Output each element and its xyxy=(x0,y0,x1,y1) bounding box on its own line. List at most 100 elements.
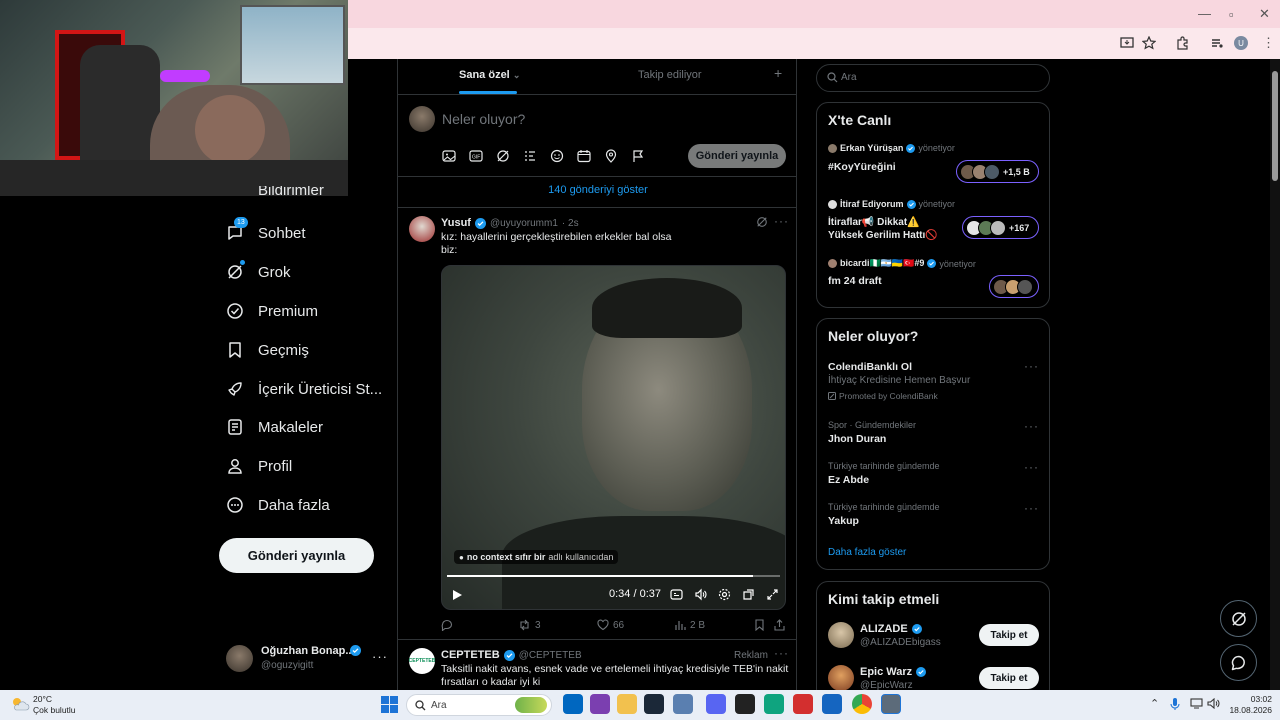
video-player[interactable]: ● no context sıfır bir adlı kullanıcıdan… xyxy=(441,265,786,610)
weather-icon[interactable] xyxy=(10,696,30,712)
tab-for-you[interactable]: Sana özel ⌄ xyxy=(459,69,520,81)
extensions-icon[interactable] xyxy=(1175,36,1191,52)
share-icon[interactable] xyxy=(774,619,785,631)
steam-icon[interactable] xyxy=(644,694,664,714)
tweet-author[interactable]: Yusuf xyxy=(441,217,471,229)
grok-explain-icon[interactable] xyxy=(756,216,768,228)
network-icon[interactable] xyxy=(1190,698,1203,709)
avatar[interactable] xyxy=(828,622,854,648)
scrollbar[interactable] xyxy=(1270,59,1280,690)
live-host[interactable]: Erkan Yürüşan yönetiyor xyxy=(828,143,955,153)
pip-icon[interactable] xyxy=(742,588,755,601)
views-button[interactable]: 2 B xyxy=(674,619,705,631)
trend-name[interactable]: Jhon Duran xyxy=(828,433,886,445)
nav-item-grok[interactable]: Grok xyxy=(226,258,291,286)
media-icon[interactable] xyxy=(1210,36,1226,52)
more-icon[interactable]: ··· xyxy=(372,649,388,664)
emoji-icon[interactable] xyxy=(550,149,564,163)
who-name[interactable]: ALIZADE xyxy=(860,623,908,635)
settings-icon[interactable] xyxy=(718,588,731,601)
edge-icon[interactable] xyxy=(764,694,784,714)
minimize-icon[interactable]: — xyxy=(1198,6,1211,21)
follow-button[interactable]: Takip et xyxy=(979,624,1039,646)
menu-icon[interactable]: ⋮ xyxy=(1262,35,1275,51)
volume-icon[interactable] xyxy=(694,588,707,601)
grok-compose-icon[interactable] xyxy=(496,149,510,163)
retweet-button[interactable]: 3 xyxy=(518,619,541,631)
live-listeners[interactable] xyxy=(989,275,1039,298)
live-host[interactable]: bicardi🇳🇬🇦🇷🇺🇦🇹🇷#9 yönetiyor xyxy=(828,258,976,269)
show-new-posts[interactable]: 140 gönderiyi göster xyxy=(398,184,796,196)
weather-widget[interactable]: 20°C Çok bulutlu xyxy=(33,694,76,716)
trend-name[interactable]: Yakup xyxy=(828,515,859,527)
app-icon[interactable] xyxy=(673,694,693,714)
bookmark-icon[interactable] xyxy=(754,619,765,631)
tab-following[interactable]: Takip ediliyor xyxy=(638,69,702,81)
add-tab-icon[interactable]: + xyxy=(774,65,782,81)
file-explorer-icon[interactable] xyxy=(617,694,637,714)
more-icon[interactable]: ··· xyxy=(774,646,789,660)
more-icon[interactable]: ··· xyxy=(1024,419,1039,433)
fullscreen-icon[interactable] xyxy=(766,588,779,601)
app-icon[interactable] xyxy=(793,694,813,714)
trend-name[interactable]: Ez Abde xyxy=(828,474,869,486)
nav-item-premium[interactable]: Premium xyxy=(226,297,318,325)
tray-chevron-icon[interactable]: ⌃ xyxy=(1150,697,1159,710)
like-button[interactable]: 66 xyxy=(597,619,624,631)
chrome-icon[interactable] xyxy=(852,694,872,714)
more-icon[interactable]: ··· xyxy=(774,214,789,228)
discord-icon[interactable] xyxy=(706,694,726,714)
task-view-icon[interactable] xyxy=(563,694,583,714)
more-icon[interactable]: ··· xyxy=(1024,460,1039,474)
close-icon[interactable]: ✕ xyxy=(1259,6,1270,22)
more-icon[interactable]: ··· xyxy=(1024,359,1039,373)
more-icon[interactable]: ··· xyxy=(1024,501,1039,515)
app-icon[interactable] xyxy=(822,694,842,714)
nav-partial-item[interactable]: Bildirimler xyxy=(258,186,324,196)
tweet-handle[interactable]: @CEPTETEB xyxy=(519,650,582,661)
avatar[interactable] xyxy=(828,665,854,691)
nav-item-profil[interactable]: Profil xyxy=(226,452,292,480)
avatar[interactable]: CEPTETEB xyxy=(409,648,435,674)
tweet-author[interactable]: CEPTETEB xyxy=(441,649,500,661)
star-icon[interactable] xyxy=(1142,36,1158,52)
play-icon[interactable] xyxy=(452,589,463,601)
taskbar-search-input[interactable]: Ara xyxy=(431,700,447,711)
reply-icon[interactable] xyxy=(441,619,453,631)
nav-item-gecmis[interactable]: Geçmiş xyxy=(226,336,309,364)
avatar[interactable] xyxy=(409,216,435,242)
profile-avatar[interactable]: U xyxy=(1234,36,1248,50)
tweet-handle[interactable]: @uyuyorumm1 xyxy=(490,218,558,229)
poll-icon[interactable] xyxy=(523,149,537,163)
location-icon[interactable] xyxy=(604,149,618,163)
live-title-item[interactable]: #KoyYüreğini xyxy=(828,161,896,173)
account-switcher[interactable]: Oğuzhan Bonap... @oguzyigitt ··· xyxy=(226,645,391,675)
volume-icon[interactable] xyxy=(1207,698,1220,709)
show-more-link[interactable]: Daha fazla göster xyxy=(828,547,906,558)
compose-post-button[interactable]: Gönderi yayınla xyxy=(688,144,786,168)
nav-item-daha-fazla[interactable]: Daha fazla xyxy=(226,491,330,519)
gif-icon[interactable]: GIF xyxy=(469,149,483,163)
who-name[interactable]: Epic Warz xyxy=(860,666,912,678)
microphone-icon[interactable] xyxy=(1170,697,1180,711)
messages-float-button[interactable] xyxy=(1220,644,1257,681)
flag-icon[interactable] xyxy=(631,149,645,163)
app-icon[interactable] xyxy=(590,694,610,714)
clock[interactable]: 03:02 18.08.2026 xyxy=(1228,694,1272,716)
trend-name[interactable]: ColendiBanklı Ol xyxy=(828,361,912,373)
scrollbar-thumb[interactable] xyxy=(1272,71,1278,181)
post-button[interactable]: Gönderi yayınla xyxy=(219,538,374,573)
schedule-icon[interactable] xyxy=(577,149,591,163)
app-icon[interactable] xyxy=(735,694,755,714)
settings-icon[interactable] xyxy=(881,694,901,714)
maximize-icon[interactable]: ▫ xyxy=(1229,7,1234,22)
compose-input[interactable]: Neler oluyor? xyxy=(442,111,525,127)
grok-float-button[interactable] xyxy=(1220,600,1257,637)
live-listeners[interactable]: +1,5 B xyxy=(956,160,1039,183)
live-listeners[interactable]: +167 xyxy=(962,216,1039,239)
live-title-item[interactable]: İtiraflar📢 Dikkat⚠️ Yüksek Gerilim Hattı… xyxy=(828,216,938,242)
live-host[interactable]: İtiraf Ediyorum yönetiyor xyxy=(828,199,955,209)
image-icon[interactable] xyxy=(442,149,456,163)
live-title-item[interactable]: fm 24 draft xyxy=(828,275,882,287)
nav-item-makaleler[interactable]: Makaleler xyxy=(226,413,323,441)
